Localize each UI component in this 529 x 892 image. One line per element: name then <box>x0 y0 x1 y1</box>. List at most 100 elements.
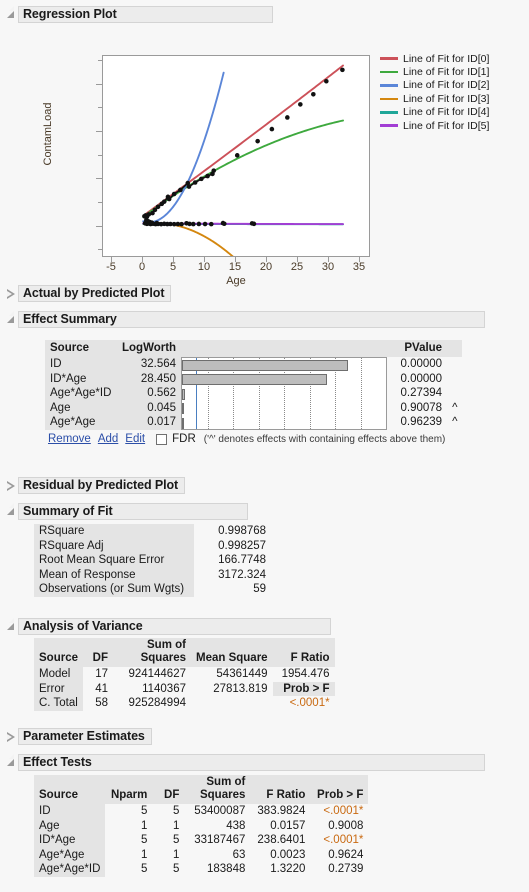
table-row: C. Total 58 925284994 <.0001* <box>34 696 335 711</box>
legend-label: Line of Fit for ID[5] <box>403 119 490 132</box>
column-header-nparm[interactable]: Nparm <box>105 775 153 804</box>
fit-line <box>142 222 234 256</box>
effect-test-sum-of-squares: 63 <box>232 848 246 861</box>
anova-source: Error <box>34 681 83 697</box>
effect-source: Age <box>45 400 117 416</box>
x-tick-label: 35 <box>352 261 366 273</box>
effect-bar-chart <box>181 357 390 430</box>
remove-link[interactable]: Remove <box>48 433 91 445</box>
fit-statistic-label: Mean of Response <box>34 567 195 583</box>
legend-item[interactable]: Line of Fit for ID[3] <box>380 92 489 105</box>
section-header-effect-summary[interactable]: Effect Summary <box>7 311 485 328</box>
data-point <box>311 91 316 97</box>
section-title: Effect Tests <box>23 755 92 769</box>
table-header-row: Source DF Sum of Squares Mean Square F Ra… <box>34 638 335 667</box>
effect-logworth: 0.562 <box>117 386 182 401</box>
section-summary-of-fit: Summary of Fit <box>0 502 248 520</box>
column-header-mean-square[interactable]: Mean Square <box>191 638 273 667</box>
data-point <box>192 180 198 185</box>
effect-test-sum-of-squares: 438 <box>226 819 246 832</box>
data-point <box>255 138 260 144</box>
column-header-f-ratio[interactable]: F Ratio <box>250 775 311 804</box>
add-link[interactable]: Add <box>98 433 118 445</box>
edit-link[interactable]: Edit <box>125 433 145 445</box>
effect-test-f-ratio: 0.0157 <box>270 819 306 832</box>
anova-mean-square <box>191 696 273 711</box>
effect-test-source: Age*Age <box>34 847 106 863</box>
effect-caret <box>447 357 462 372</box>
effect-test-sum-of-squares: 183848 <box>207 863 246 876</box>
section-title: Actual by Predicted Plot <box>23 286 165 300</box>
data-point <box>178 187 183 193</box>
effect-test-df: 1 <box>172 848 180 861</box>
effect-summary-content: Source LogWorth PValue ID 32.564 0.00000 ID… <box>45 340 463 445</box>
anova-df: 17 <box>95 668 108 680</box>
section-actual-by-predicted-plot: Actual by Predicted Plot <box>0 284 172 302</box>
section-header-actual-by-predicted-plot[interactable]: Actual by Predicted Plot <box>7 285 172 302</box>
disclosure-triangle-closed-icon[interactable] <box>7 481 15 491</box>
disclosure-triangle-open-icon[interactable] <box>7 311 14 323</box>
disclosure-triangle-open-icon[interactable] <box>7 6 14 18</box>
fdr-checkbox[interactable] <box>156 433 168 445</box>
legend-item[interactable]: Line of Fit for ID[1] <box>380 65 489 78</box>
plot-frame <box>102 55 370 257</box>
effect-pvalue: 0.00000 <box>400 358 443 370</box>
data-point <box>154 220 160 226</box>
section-header-effect-tests[interactable]: Effect Tests <box>7 754 485 771</box>
effect-bar <box>182 374 328 386</box>
column-header-prob-f[interactable]: Prob > F <box>310 775 369 804</box>
legend-item[interactable]: Line of Fit for ID[4] <box>380 106 489 119</box>
effect-test-df: 5 <box>172 834 180 847</box>
column-header-logworth[interactable]: LogWorth <box>117 340 182 357</box>
section-analysis-of-variance: Analysis of Variance <box>0 617 331 635</box>
section-residual-by-predicted-plot: Residual by Predicted Plot <box>0 476 186 494</box>
column-header-source[interactable]: Source <box>34 638 83 667</box>
fit-statistic-value: 59 <box>194 582 272 597</box>
column-header-df[interactable]: DF <box>83 638 113 667</box>
column-header-f-ratio[interactable]: F Ratio <box>272 638 335 667</box>
column-header-source[interactable]: Source <box>45 340 117 357</box>
column-header-df[interactable]: DF <box>152 775 185 804</box>
analysis-of-variance-content: Source DF Sum of Squares Mean Square F Ra… <box>34 638 335 711</box>
y-axis-label: ContamLoad <box>42 102 54 166</box>
column-header-sum-of-squares[interactable]: Sum of Squares <box>184 775 251 804</box>
disclosure-triangle-closed-icon[interactable] <box>7 289 15 299</box>
anova-source: Model <box>34 667 83 682</box>
effect-logworth: 32.564 <box>117 357 182 372</box>
table-row: Error 41 1140367 27813.819 Prob > F <box>34 681 335 697</box>
effect-test-prob-f: 0.9624 <box>328 848 364 861</box>
section-header-regression-plot[interactable]: Regression Plot <box>7 6 273 23</box>
table-row: RSquare 0.998768 <box>34 524 272 539</box>
section-title: Residual by Predicted Plot <box>23 478 179 492</box>
data-point <box>205 173 210 179</box>
table-row[interactable]: ID 32.564 0.00000 <box>45 357 462 430</box>
fit-statistic-value: 3172.324 <box>194 567 272 583</box>
effect-summary-table: Source LogWorth PValue ID 32.564 0.00000 ID… <box>45 340 463 430</box>
legend-label: Line of Fit for ID[2] <box>403 79 490 92</box>
column-header-sum-of-squares[interactable]: Sum of Squares <box>113 638 191 667</box>
column-header-source[interactable]: Source <box>34 775 106 804</box>
disclosure-triangle-open-icon[interactable] <box>7 754 14 766</box>
table-row: Root Mean Square Error 166.7748 <box>34 553 272 568</box>
disclosure-triangle-closed-icon[interactable] <box>7 732 15 742</box>
effect-logworth: 0.017 <box>117 415 182 430</box>
effect-test-nparm: 1 <box>140 819 148 832</box>
section-header-analysis-of-variance[interactable]: Analysis of Variance <box>7 618 331 635</box>
section-header-parameter-estimates[interactable]: Parameter Estimates <box>7 728 152 745</box>
section-header-summary-of-fit[interactable]: Summary of Fit <box>7 503 248 520</box>
data-point <box>199 176 204 182</box>
effect-test-nparm: 5 <box>140 863 148 876</box>
fit-statistic-value: 0.998768 <box>194 524 272 539</box>
disclosure-triangle-open-icon[interactable] <box>7 503 14 515</box>
anova-sum-of-squares: 925284994 <box>128 697 186 710</box>
legend-item[interactable]: Line of Fit for ID[2] <box>380 79 489 92</box>
column-header-pvalue[interactable]: PValue <box>389 340 448 357</box>
disclosure-triangle-open-icon[interactable] <box>7 618 14 630</box>
table-row: Age 1 1 438 0.0157 0.9008 <box>34 818 368 834</box>
table-row: Age*Age*ID 5 5 183848 1.3220 0.2739 <box>34 862 368 877</box>
legend-item[interactable]: Line of Fit for ID[5] <box>380 119 489 132</box>
fit-statistic-label: RSquare <box>34 524 195 539</box>
effect-caret: ^ <box>452 401 458 414</box>
legend-item[interactable]: Line of Fit for ID[0] <box>380 52 489 65</box>
section-header-residual-by-predicted-plot[interactable]: Residual by Predicted Plot <box>7 477 186 494</box>
